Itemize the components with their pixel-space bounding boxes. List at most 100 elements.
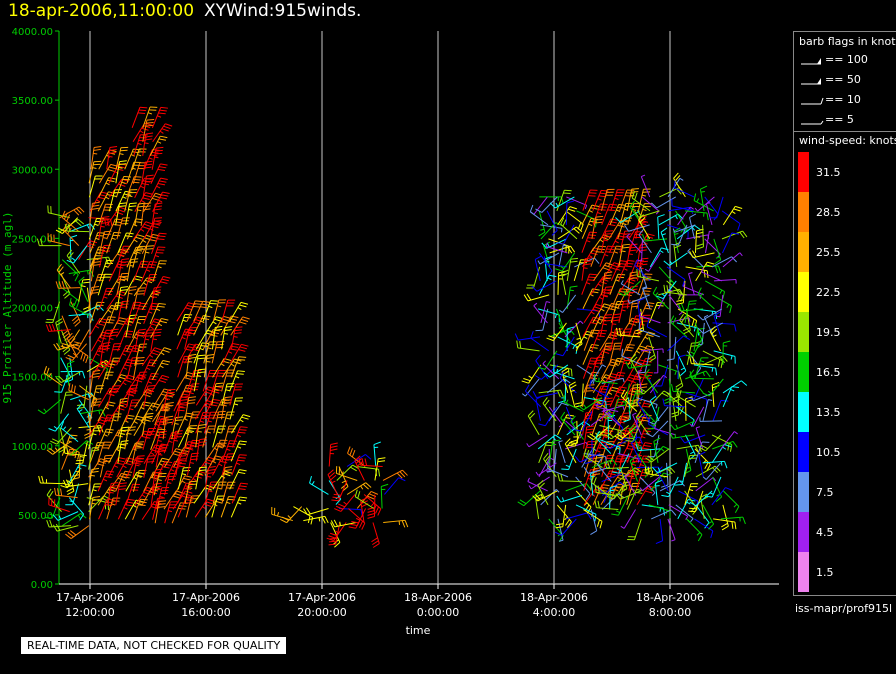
barb-half-flag — [167, 510, 173, 513]
barb-flag — [153, 223, 161, 225]
barb-flag — [538, 423, 546, 427]
barb-flag — [595, 215, 604, 218]
barb-half-flag — [109, 338, 114, 340]
barb-flag — [127, 414, 135, 417]
colorbar-swatch — [798, 512, 809, 552]
barb-half-flag — [120, 446, 125, 449]
barb-flag — [215, 325, 223, 328]
barb-flag — [215, 455, 223, 458]
barb-flag — [153, 334, 161, 337]
barb-half-flag — [666, 491, 671, 495]
barb-flag — [148, 361, 157, 365]
barb-flag — [159, 109, 167, 112]
barb-half-flag — [236, 462, 241, 466]
barb-staff — [548, 402, 563, 422]
barb-flag — [378, 469, 381, 477]
barb-half-flag — [597, 394, 602, 397]
barb-flag — [146, 119, 155, 121]
barb-flag — [137, 356, 145, 359]
barb-half-flag — [540, 228, 545, 231]
barb-flag — [56, 321, 63, 326]
barb-half-flag — [234, 403, 239, 406]
barb-flag — [203, 503, 212, 507]
barb-staff — [43, 399, 62, 415]
barb-flag — [605, 397, 613, 400]
barb-flag — [145, 124, 154, 127]
x-tick-label-time: 4:00:00 — [533, 606, 575, 619]
barb-flag — [177, 465, 185, 468]
barb-flag — [165, 418, 173, 421]
barb-flag — [221, 318, 230, 322]
barb-flag — [636, 269, 638, 277]
barb-flag — [120, 397, 128, 400]
barb-staff — [383, 519, 406, 523]
barb-staff — [546, 246, 568, 254]
barb-half-flag — [97, 339, 102, 343]
barb-staff — [561, 273, 567, 295]
barb-half-flag — [228, 351, 233, 354]
barb-half-flag — [729, 442, 733, 447]
barb-flag — [596, 251, 604, 253]
barb-flag — [135, 246, 144, 249]
barb-staff — [140, 203, 145, 226]
barb-flag — [210, 404, 218, 407]
barb-flag — [154, 485, 162, 488]
barb-flag — [116, 302, 124, 304]
barb-flag — [681, 303, 685, 311]
barb-staff — [229, 302, 242, 322]
barb-flag — [227, 445, 235, 448]
barb-flag — [146, 121, 154, 124]
barb-flag — [138, 109, 147, 112]
barb-flag — [603, 277, 612, 280]
barb-flag — [161, 457, 170, 461]
barb-flag — [642, 293, 650, 295]
colorbar-swatch — [798, 432, 809, 472]
barb-staff — [673, 245, 678, 267]
barb-staff — [610, 301, 618, 323]
barb-half-flag — [675, 424, 679, 429]
barb-flag — [377, 460, 386, 463]
barb-flag — [685, 354, 693, 357]
barb-flag — [597, 500, 600, 509]
barb-flag — [108, 151, 117, 154]
barb-flag — [689, 251, 694, 258]
barb-flag — [583, 263, 592, 266]
barb-half-flag — [696, 198, 700, 203]
barb-flag — [661, 494, 669, 498]
barb-half-flag — [189, 448, 194, 451]
barb-flag — [238, 457, 246, 459]
colorbar-swatch — [798, 312, 809, 352]
barb-flag — [198, 426, 206, 429]
barb-staff — [637, 189, 644, 211]
barb-flag — [97, 249, 105, 251]
source-label: iss-mapr/prof915l — [795, 602, 893, 615]
barb-half-flag — [565, 464, 570, 468]
barb-staff — [177, 343, 190, 364]
barb-staff — [596, 507, 619, 511]
barb-flag — [239, 469, 247, 472]
barb-flag — [611, 358, 619, 362]
barb-flag — [611, 513, 619, 516]
x-tick-label-date: 17-Apr-2006 — [288, 591, 356, 604]
barb-flag — [136, 461, 144, 463]
barb-flag — [706, 212, 709, 221]
barb-flag — [123, 335, 131, 338]
barb-flag — [129, 205, 137, 208]
x-tick-label-date: 18-Apr-2006 — [520, 591, 588, 604]
barb-flag — [523, 294, 529, 302]
barb-half-flag — [145, 419, 150, 422]
barb-flag — [92, 496, 101, 498]
barb-flag — [117, 407, 125, 411]
barb-flag — [590, 346, 598, 349]
barb-flag — [114, 221, 122, 224]
barb-flag — [663, 284, 666, 293]
barb-staff — [185, 495, 193, 518]
barb-flag — [145, 221, 153, 225]
barb-flag — [188, 353, 197, 357]
barb-flag — [134, 379, 143, 383]
barb-half-flag — [675, 215, 678, 220]
barb-flag — [717, 265, 722, 274]
barb-staff — [117, 499, 128, 520]
barb-flag — [116, 168, 124, 171]
y-tick-label: 3000.00 — [12, 165, 53, 176]
